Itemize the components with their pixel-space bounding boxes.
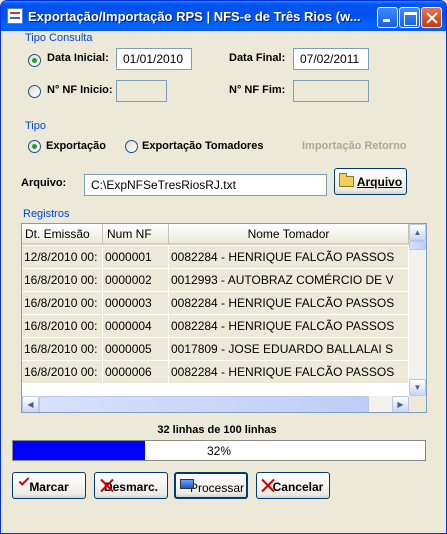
data-final-field[interactable]: 07/02/2011 bbox=[293, 48, 369, 70]
horizontal-scrollbar[interactable]: ◀ ▶ bbox=[22, 396, 409, 412]
check-icon bbox=[18, 475, 30, 486]
app-icon bbox=[7, 8, 23, 24]
marcar-button[interactable]: Marcar bbox=[12, 472, 86, 499]
arquivo-field[interactable]: C:\ExpNFSeTresRiosRJ.txt bbox=[84, 174, 327, 196]
column-header-nome-tomador[interactable]: Nome Tomador bbox=[169, 224, 409, 245]
folder-icon bbox=[338, 173, 354, 187]
table-cell[interactable]: 0082284 - HENRIQUE FALCÃO PASSOS bbox=[169, 292, 409, 315]
arquivo-button[interactable]: Arquivo bbox=[334, 168, 407, 195]
table-cell[interactable]: 0082284 - HENRIQUE FALCÃO PASSOS bbox=[169, 246, 409, 269]
table-cell[interactable]: 0000005 bbox=[103, 338, 169, 361]
table-cell[interactable]: 0000001 bbox=[103, 246, 169, 269]
importacao-retorno-option: Importação Retorno bbox=[302, 140, 407, 152]
table-cell[interactable]: 16/8/2010 00: bbox=[22, 361, 103, 384]
tipo-consulta-group-label: Tipo Consulta bbox=[25, 32, 93, 44]
maximize-button[interactable] bbox=[399, 7, 420, 28]
table-cell[interactable]: 16/8/2010 00: bbox=[22, 315, 103, 338]
registros-grid[interactable]: Dt. Emissão Num NF Nome Tomador 12/8/201… bbox=[21, 223, 427, 413]
scroll-down-button[interactable]: ▼ bbox=[409, 379, 426, 396]
tipo-group-label: Tipo bbox=[25, 120, 46, 132]
table-cell[interactable]: 16/8/2010 00: bbox=[22, 269, 103, 292]
data-inicial-label: Data Inicial: bbox=[47, 52, 109, 64]
nf-fim-field[interactable] bbox=[293, 80, 369, 102]
data-final-label: Data Final: bbox=[229, 52, 286, 64]
progress-text: 32% bbox=[206, 444, 232, 458]
vertical-scroll-thumb[interactable] bbox=[409, 241, 426, 250]
nf-radio[interactable] bbox=[28, 85, 41, 98]
lines-count-text: 32 linhas de 100 linhas bbox=[157, 424, 277, 436]
exportacao-tomadores-label: Exportação Tomadores bbox=[142, 140, 264, 152]
table-cell[interactable]: 12/8/2010 00: bbox=[22, 246, 103, 269]
window-title: Exportação/Importação RPS | NFS-e de Trê… bbox=[28, 9, 361, 24]
arquivo-button-label: Arquivo bbox=[356, 175, 403, 189]
vertical-scrollbar[interactable]: ▲ ▼ bbox=[409, 224, 426, 396]
main-window: Exportação/Importação RPS | NFS-e de Trê… bbox=[0, 0, 447, 534]
title-bar[interactable]: Exportação/Importação RPS | NFS-e de Trê… bbox=[1, 1, 446, 31]
column-header-dt-emissao[interactable]: Dt. Emissão bbox=[22, 224, 103, 245]
table-cell[interactable]: 0012993 - AUTOBRAZ COMÉRCIO DE V bbox=[169, 269, 409, 292]
table-cell[interactable]: 16/8/2010 00: bbox=[22, 292, 103, 315]
table-cell[interactable]: 0082284 - HENRIQUE FALCÃO PASSOS bbox=[169, 361, 409, 384]
desmarcar-button[interactable]: Desmarc. bbox=[94, 472, 168, 499]
marcar-button-label: Marcar bbox=[29, 480, 69, 494]
uncheck-icon bbox=[98, 476, 118, 496]
table-cell[interactable]: 0000003 bbox=[103, 292, 169, 315]
cancel-icon bbox=[259, 476, 279, 496]
scroll-right-button[interactable]: ▶ bbox=[392, 396, 409, 412]
arquivo-label: Arquivo: bbox=[21, 177, 67, 189]
exportacao-radio[interactable] bbox=[28, 140, 41, 153]
data-radio[interactable] bbox=[28, 54, 41, 67]
exportacao-tomadores-radio[interactable] bbox=[125, 140, 138, 153]
nf-inicio-field[interactable] bbox=[116, 80, 167, 102]
cancelar-button[interactable]: Cancelar bbox=[256, 472, 330, 499]
table-cell[interactable]: 16/8/2010 00: bbox=[22, 338, 103, 361]
table-cell[interactable]: 0082284 - HENRIQUE FALCÃO PASSOS bbox=[169, 315, 409, 338]
table-cell[interactable]: 0000002 bbox=[103, 269, 169, 292]
process-icon bbox=[180, 479, 194, 489]
minimize-button[interactable] bbox=[377, 7, 398, 28]
table-cell[interactable]: 0000004 bbox=[103, 315, 169, 338]
column-header-num-nf[interactable]: Num NF bbox=[103, 224, 169, 245]
scroll-left-button[interactable]: ◀ bbox=[22, 396, 39, 412]
nf-inicio-label: N° NF Inicio: bbox=[47, 84, 113, 96]
scroll-corner bbox=[409, 396, 426, 412]
close-button[interactable] bbox=[421, 7, 442, 28]
table-cell[interactable]: 0000006 bbox=[103, 361, 169, 384]
registros-group-label: Registros bbox=[23, 208, 70, 220]
progress-bar: 32% bbox=[12, 440, 426, 461]
table-cell[interactable]: 0017809 - JOSE EDUARDO BALLALAI S bbox=[169, 338, 409, 361]
scroll-up-button[interactable]: ▲ bbox=[409, 224, 426, 241]
exportacao-label: Exportação bbox=[46, 140, 106, 152]
nf-fim-label: N° NF Fim: bbox=[229, 84, 286, 96]
horizontal-scroll-thumb[interactable] bbox=[39, 396, 369, 412]
data-inicial-field[interactable]: 01/01/2010 bbox=[116, 48, 192, 70]
processar-button[interactable]: Processar bbox=[174, 472, 248, 499]
